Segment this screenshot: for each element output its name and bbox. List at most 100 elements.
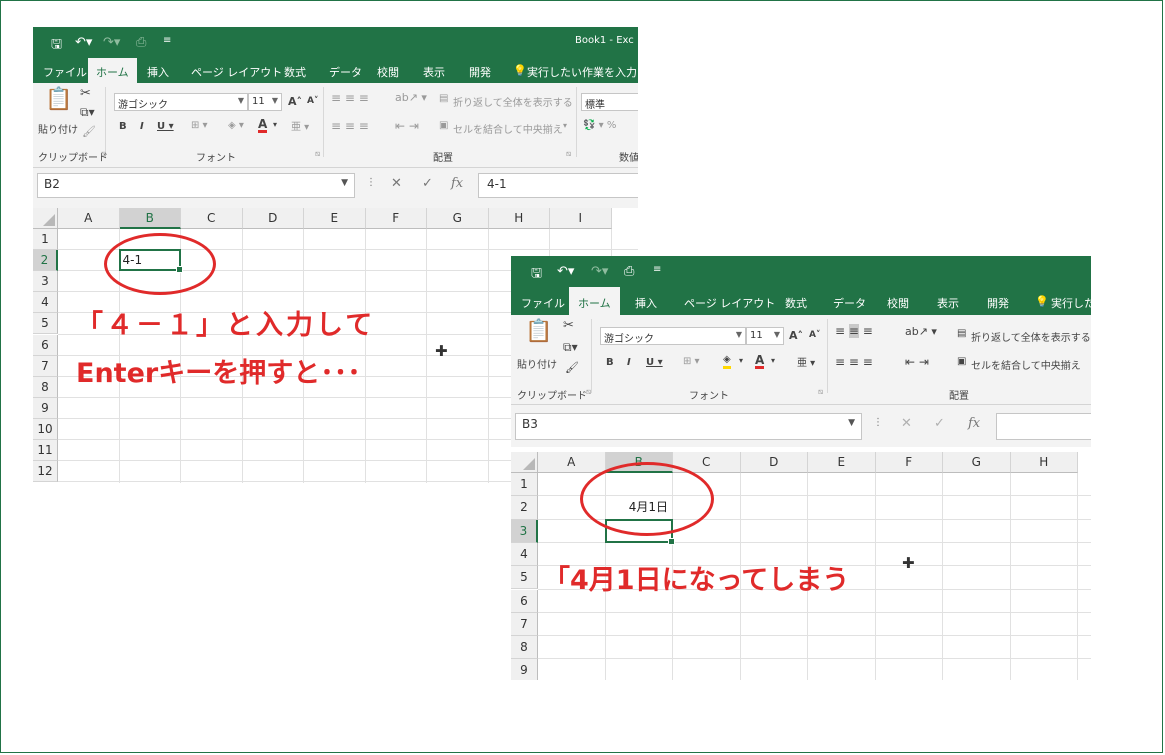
save-icon[interactable]: 🖫	[51, 35, 62, 57]
tell-me-box[interactable]: 実行した	[1051, 295, 1091, 311]
phonetic-icon[interactable]: 亜 ▾	[797, 354, 815, 369]
column-header-f[interactable]: F	[365, 208, 427, 229]
copy-icon[interactable]: ⧉▾	[563, 340, 578, 355]
chevron-down-icon[interactable]: ▼	[272, 96, 278, 105]
row-header-8[interactable]: 8	[511, 636, 538, 660]
tab-formulas[interactable]: 数式	[284, 64, 306, 80]
copy-icon[interactable]: ⧉▾	[80, 105, 95, 120]
paste-label[interactable]: 貼り付け	[38, 121, 78, 136]
column-header-g[interactable]: G	[427, 208, 489, 229]
row-header-2[interactable]: 2	[511, 496, 538, 520]
cut-icon[interactable]: ✂	[80, 86, 91, 101]
font-size-combo[interactable]: 11 ▼	[248, 93, 282, 111]
column-header-d[interactable]: D	[740, 452, 808, 473]
dialog-launcher-icon[interactable]: ⧅	[566, 149, 571, 159]
column-header-e[interactable]: E	[304, 208, 366, 229]
paste-icon[interactable]: 📋	[45, 87, 72, 112]
fill-color-dropdown-icon[interactable]: ▾	[739, 356, 743, 365]
number-format-combo[interactable]: 標準	[581, 93, 638, 111]
font-color-dropdown-icon[interactable]: ▾	[771, 356, 775, 365]
customize-toolbar-icon[interactable]: ≡	[163, 35, 171, 46]
italic-icon[interactable]: I	[627, 357, 631, 368]
dialog-launcher-icon[interactable]: ⧅	[818, 387, 823, 397]
row-header-3[interactable]: 3	[33, 271, 58, 293]
tab-insert[interactable]: 挿入	[147, 64, 169, 80]
row-header-7[interactable]: 7	[511, 612, 538, 637]
border-icon[interactable]: ⊞ ▾	[683, 356, 700, 367]
tab-insert[interactable]: 挿入	[635, 295, 657, 311]
currency-icon[interactable]: 💱 ▾ %	[583, 120, 616, 131]
font-color-icon[interactable]: A	[755, 354, 765, 369]
row-header-3[interactable]: 3	[511, 519, 538, 543]
orientation-icon[interactable]: ab↗ ▾	[395, 91, 427, 104]
bold-icon[interactable]: B	[606, 357, 614, 368]
merge-dropdown-icon[interactable]: ▾	[563, 121, 567, 130]
shrink-font-icon[interactable]: A˅	[809, 330, 820, 340]
tell-me-box[interactable]: 実行したい作業を入力して	[527, 64, 638, 80]
align-left-icon[interactable]: ≡ ≡ ≡	[331, 119, 369, 133]
phonetic-icon[interactable]: 亜 ▾	[291, 118, 309, 133]
column-header-a[interactable]: A	[538, 452, 606, 473]
font-color-dropdown-icon[interactable]: ▾	[273, 120, 277, 129]
grow-font-icon[interactable]: A˄	[288, 95, 302, 108]
chevron-down-icon[interactable]: ▼	[736, 330, 742, 339]
tab-developer[interactable]: 開発	[987, 295, 1009, 311]
align-top-icon[interactable]: ≡ ≡ ≡	[835, 324, 873, 338]
tab-review[interactable]: 校閲	[377, 64, 399, 80]
chevron-down-icon[interactable]: ▼	[774, 330, 780, 339]
dialog-launcher-icon[interactable]: ⧅	[315, 149, 320, 159]
font-name-combo[interactable]: 游ゴシック ▼	[600, 327, 746, 345]
select-all-button[interactable]	[511, 452, 538, 473]
print-preview-icon[interactable]: ⎙	[624, 264, 634, 279]
formula-input[interactable]	[996, 413, 1091, 440]
undo-icon[interactable]: ↶▾	[75, 35, 92, 50]
dialog-launcher-icon[interactable]: ⧅	[586, 387, 591, 397]
tab-view[interactable]: 表示	[937, 295, 959, 311]
row-header-12[interactable]: 12	[33, 461, 58, 483]
wrap-text-icon[interactable]: ▤	[439, 93, 448, 104]
chevron-down-icon[interactable]: ▼	[848, 418, 855, 428]
row-header-6[interactable]: 6	[33, 334, 58, 356]
column-header-f[interactable]: F	[875, 452, 943, 473]
wrap-text-button[interactable]: 折り返して全体を表示する	[453, 94, 573, 109]
row-header-5[interactable]: 5	[511, 566, 538, 590]
row-header-9[interactable]: 9	[511, 659, 538, 680]
row-header-4[interactable]: 4	[33, 292, 58, 314]
wrap-text-button[interactable]: 折り返して全体を表示する	[971, 329, 1091, 344]
chevron-down-icon[interactable]: ▼	[238, 96, 244, 105]
row-header-9[interactable]: 9	[33, 397, 58, 419]
tab-page-layout[interactable]: ページ レイアウト	[191, 64, 282, 80]
tab-view[interactable]: 表示	[423, 64, 445, 80]
row-header-5[interactable]: 5	[33, 313, 58, 335]
underline-icon[interactable]: U ▾	[157, 121, 174, 132]
align-left-icon[interactable]: ≡ ≡ ≡	[835, 355, 873, 369]
underline-icon[interactable]: U ▾	[646, 357, 663, 368]
column-header-h[interactable]: H	[488, 208, 550, 229]
tab-formulas[interactable]: 数式	[785, 295, 807, 311]
indent-icon[interactable]: ⇤ ⇥	[395, 119, 419, 133]
cancel-icon[interactable]: ✕	[391, 176, 402, 191]
tab-developer[interactable]: 開発	[469, 64, 491, 80]
orientation-icon[interactable]: ab↗ ▾	[905, 325, 937, 338]
merge-center-button[interactable]: セルを結合して中央揃え	[971, 357, 1081, 372]
dialog-launcher-icon[interactable]: ⧅	[101, 149, 106, 159]
chevron-down-icon[interactable]: ▼	[341, 178, 348, 188]
font-size-combo[interactable]: 11 ▼	[746, 327, 784, 345]
enter-icon[interactable]: ✓	[422, 176, 433, 191]
save-icon[interactable]: 🖫	[531, 264, 542, 286]
font-color-icon[interactable]: A	[258, 118, 268, 133]
row-header-2[interactable]: 2	[33, 250, 58, 272]
tab-file[interactable]: ファイル	[521, 295, 565, 311]
tab-page-layout[interactable]: ページ レイアウト	[684, 295, 775, 311]
enter-icon[interactable]: ✓	[934, 416, 945, 431]
row-header-1[interactable]: 1	[511, 473, 538, 497]
grow-font-icon[interactable]: A˄	[789, 329, 803, 342]
row-header-4[interactable]: 4	[511, 542, 538, 567]
border-icon[interactable]: ⊞ ▾	[191, 120, 208, 131]
align-top-icon[interactable]: ≡ ≡ ≡	[331, 91, 369, 105]
wrap-text-icon[interactable]: ▤	[957, 328, 966, 339]
indent-icon[interactable]: ⇤ ⇥	[905, 355, 929, 369]
fill-color-icon[interactable]: ◈	[723, 354, 731, 369]
tab-data[interactable]: データ	[833, 295, 866, 311]
customize-toolbar-icon[interactable]: ≡	[653, 264, 661, 275]
